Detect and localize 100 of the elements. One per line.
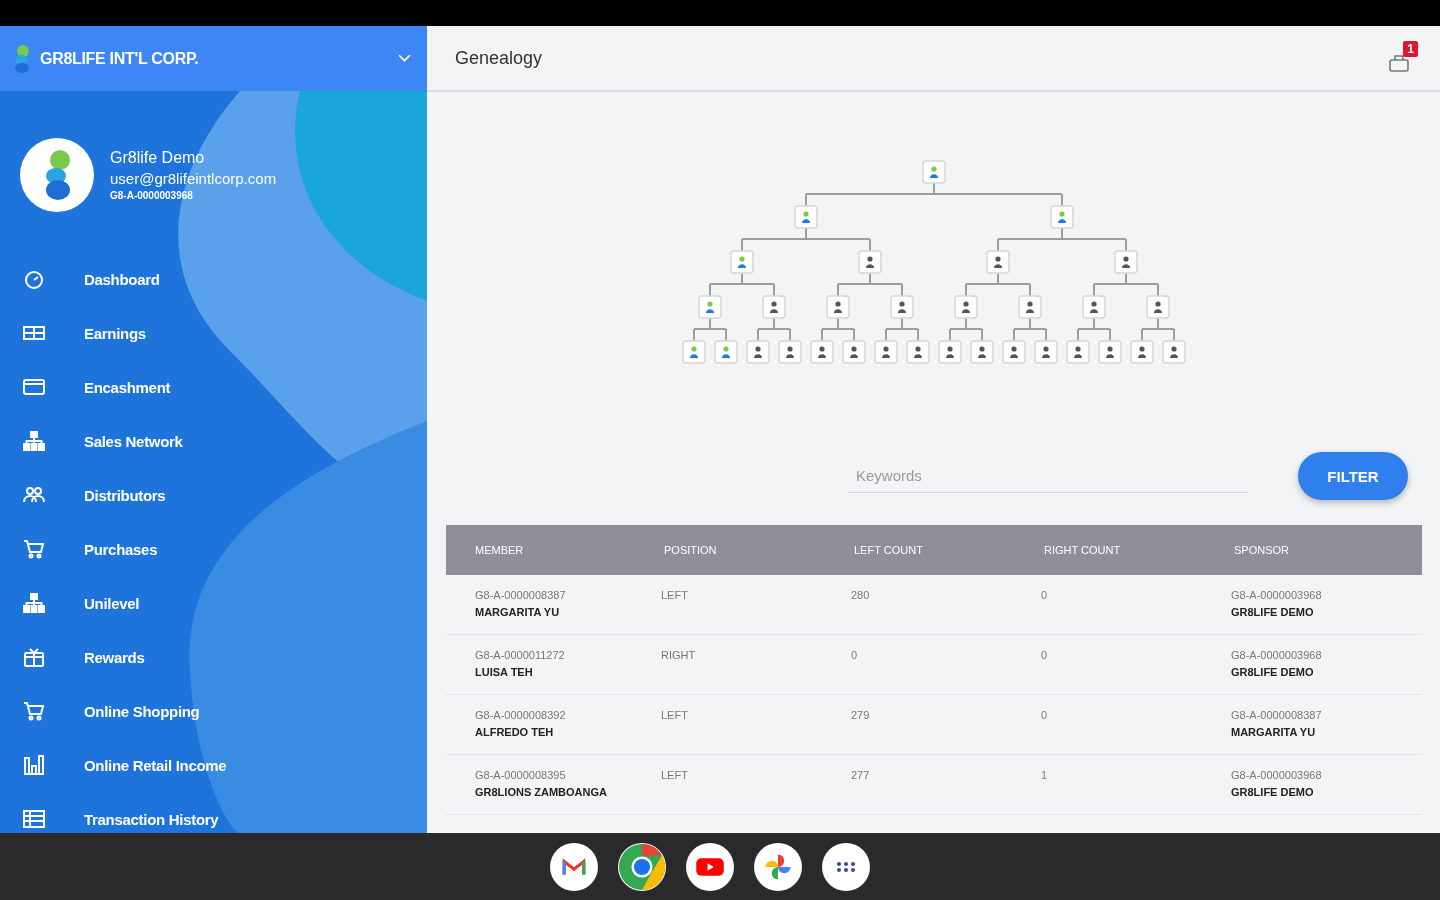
browser-icon[interactable] bbox=[618, 842, 666, 891]
profile-email: user@gr8lifeintlcorp.com bbox=[110, 170, 277, 187]
nav-item[interactable]: Unilevel bbox=[0, 576, 427, 630]
tree-connector bbox=[756, 317, 791, 342]
video-icon[interactable] bbox=[686, 842, 734, 891]
tree-node[interactable] bbox=[1049, 205, 1074, 229]
tree-node[interactable] bbox=[969, 340, 994, 364]
tree-node[interactable] bbox=[681, 340, 706, 364]
tree-node[interactable] bbox=[825, 295, 850, 319]
nav-item[interactable]: Purchases bbox=[0, 522, 427, 576]
nav-item[interactable]: Dashboard bbox=[0, 252, 427, 306]
tree-connector bbox=[820, 317, 855, 342]
table-cell: 0 bbox=[1041, 709, 1048, 721]
sponsor-name: GR8LIFE DEMO bbox=[1231, 786, 1314, 798]
sponsor-name: GR8LIFE DEMO bbox=[1231, 606, 1314, 618]
bag-icon[interactable] bbox=[1388, 53, 1410, 73]
member-name: GR8LIONS ZAMBOANGA bbox=[475, 786, 607, 798]
sponsor-id: G8-A-0000003968 bbox=[1231, 589, 1322, 601]
tree-node[interactable] bbox=[1033, 340, 1058, 364]
nav-item[interactable]: Sales Network bbox=[0, 414, 427, 468]
member-name: LUISA TEH bbox=[475, 666, 533, 678]
table-cell: 277 bbox=[851, 769, 870, 781]
column-header: RIGHT COUNT bbox=[1044, 544, 1122, 556]
sponsor-name: MARGARITA YU bbox=[1231, 726, 1316, 738]
nav-item[interactable]: Encashment bbox=[0, 360, 427, 414]
table-cell: LEFT bbox=[661, 709, 688, 721]
tree-node[interactable] bbox=[1097, 340, 1122, 364]
sponsor-id: G8-A-0000008387 bbox=[1231, 709, 1322, 721]
tree-node[interactable] bbox=[953, 295, 978, 319]
tree-node[interactable] bbox=[793, 205, 818, 229]
tree-node[interactable] bbox=[1017, 295, 1042, 319]
company-name: GR8LIFE INT'L CORP. bbox=[40, 49, 200, 68]
member-id: G8-A-0000008392 bbox=[475, 709, 566, 721]
pinwheel-icon[interactable] bbox=[754, 842, 802, 891]
profile-name: Gr8life Demo bbox=[110, 149, 206, 167]
nav-item[interactable]: Online Shopping bbox=[0, 684, 427, 738]
tree-node[interactable] bbox=[777, 340, 802, 364]
tree-node[interactable] bbox=[1065, 340, 1090, 364]
nav-item[interactable]: Distributors bbox=[0, 468, 427, 522]
tree-node[interactable] bbox=[1001, 340, 1026, 364]
page-title: Genealogy bbox=[455, 47, 543, 69]
tree-connector bbox=[964, 272, 1031, 297]
column-header: MEMBER bbox=[475, 544, 525, 556]
cart-icon bbox=[22, 699, 46, 723]
table-cell: 0 bbox=[1041, 589, 1048, 601]
table-cell: LEFT bbox=[661, 769, 688, 781]
sponsor-id: G8-A-0000003968 bbox=[1231, 769, 1322, 781]
bar-chart-icon bbox=[22, 753, 46, 777]
tree-node[interactable] bbox=[889, 295, 914, 319]
gift-icon bbox=[22, 645, 46, 669]
tree-connector bbox=[884, 317, 919, 342]
tree-connector bbox=[692, 317, 727, 342]
tree-node[interactable] bbox=[921, 160, 946, 184]
tree-node[interactable] bbox=[761, 295, 786, 319]
keywords-field[interactable]: Keywords bbox=[848, 459, 1248, 493]
tree-node[interactable] bbox=[809, 340, 834, 364]
sponsor-name: GR8LIFE DEMO bbox=[1231, 666, 1314, 678]
column-header: SPONSOR bbox=[1234, 544, 1290, 556]
mail-icon[interactable] bbox=[550, 842, 598, 891]
tree-connector bbox=[1092, 272, 1159, 297]
member-id: G8-A-0000011272 bbox=[475, 649, 565, 661]
apps-icon[interactable] bbox=[822, 842, 870, 891]
member-id: G8-A-0000008387 bbox=[475, 589, 566, 601]
tree-node[interactable] bbox=[1113, 250, 1138, 274]
tree-node[interactable] bbox=[1129, 340, 1154, 364]
table-cell: LEFT bbox=[661, 589, 688, 601]
tree-connector bbox=[836, 272, 903, 297]
hierarchy-icon bbox=[22, 591, 46, 615]
tree-node[interactable] bbox=[985, 250, 1010, 274]
column-header: POSITION bbox=[664, 544, 718, 556]
table-icon bbox=[22, 807, 46, 831]
member-id: G8-A-0000008395 bbox=[475, 769, 566, 781]
hierarchy-icon bbox=[22, 429, 46, 453]
tree-node[interactable] bbox=[697, 295, 722, 319]
tree-node[interactable] bbox=[937, 340, 962, 364]
nav-item[interactable]: Rewards bbox=[0, 630, 427, 684]
tree-node[interactable] bbox=[1145, 295, 1170, 319]
notification-badge: 1 bbox=[1403, 41, 1418, 57]
chevron-down-icon[interactable] bbox=[398, 54, 411, 63]
tree-node[interactable] bbox=[841, 340, 866, 364]
member-id: G8-A-0000003968 bbox=[110, 190, 194, 201]
tree-node[interactable] bbox=[873, 340, 898, 364]
sponsor-id: G8-A-0000003968 bbox=[1231, 649, 1322, 661]
tree-node[interactable] bbox=[745, 340, 770, 364]
tree-node[interactable] bbox=[1161, 340, 1186, 364]
nav-item[interactable]: Online Retail Income bbox=[0, 738, 427, 792]
table-cell: 0 bbox=[1041, 649, 1048, 661]
tree-connector bbox=[1140, 317, 1175, 342]
filter-button[interactable]: FILTER bbox=[1298, 452, 1408, 500]
table-cell: 1 bbox=[1041, 769, 1048, 781]
tree-node[interactable] bbox=[1081, 295, 1106, 319]
logo-icon bbox=[12, 43, 32, 74]
tree-connector bbox=[708, 272, 775, 297]
tree-node[interactable] bbox=[713, 340, 738, 364]
table-cell: 279 bbox=[851, 709, 870, 721]
tree-node[interactable] bbox=[729, 250, 754, 274]
nav-item[interactable]: Earnings bbox=[0, 306, 427, 360]
tree-node[interactable] bbox=[905, 340, 930, 364]
nav-item[interactable]: Transaction History bbox=[0, 792, 427, 833]
tree-node[interactable] bbox=[857, 250, 882, 274]
